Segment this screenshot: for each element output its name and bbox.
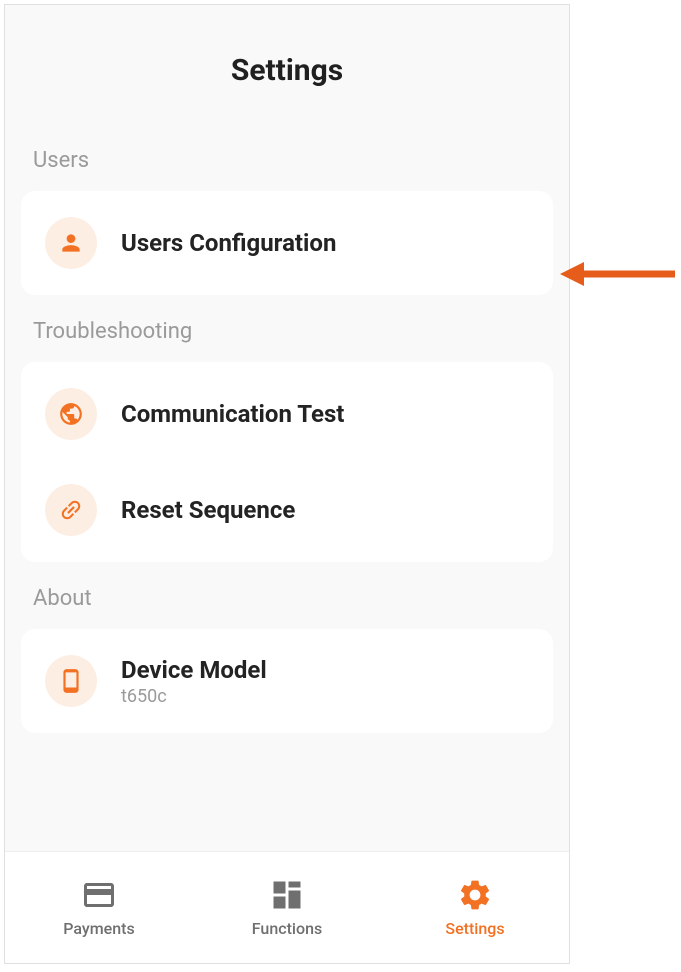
section-label-troubleshooting: Troubleshooting — [5, 295, 569, 362]
troubleshooting-card: Communication Test Reset Sequence — [21, 362, 553, 562]
user-icon — [45, 217, 97, 269]
item-sub: t650c — [121, 686, 267, 707]
item-text: Device Model t650c — [121, 656, 267, 707]
phone-icon — [45, 655, 97, 707]
item-label: Communication Test — [121, 400, 344, 428]
page-title: Settings — [5, 5, 569, 124]
about-card: Device Model t650c — [21, 629, 553, 733]
item-text: Communication Test — [121, 400, 344, 428]
grid-icon — [269, 877, 305, 913]
item-text: Reset Sequence — [121, 496, 295, 524]
device-model-item[interactable]: Device Model t650c — [21, 633, 553, 729]
reset-sequence-item[interactable]: Reset Sequence — [21, 462, 553, 558]
gear-icon — [457, 877, 493, 913]
users-card: Users Configuration — [21, 191, 553, 295]
bottom-nav: Payments Functions Settings — [5, 851, 569, 963]
globe-icon — [45, 388, 97, 440]
item-label: Reset Sequence — [121, 496, 295, 524]
item-label: Users Configuration — [121, 229, 336, 257]
content-area: Settings Users Users Configuration Troub… — [5, 5, 569, 851]
annotation-arrow-icon — [560, 254, 680, 298]
users-configuration-item[interactable]: Users Configuration — [21, 195, 553, 291]
section-label-users: Users — [5, 124, 569, 191]
nav-label: Settings — [445, 919, 504, 938]
link-icon — [45, 484, 97, 536]
settings-screen: Settings Users Users Configuration Troub… — [4, 4, 570, 964]
section-label-about: About — [5, 562, 569, 629]
nav-payments[interactable]: Payments — [5, 877, 193, 938]
card-icon — [81, 877, 117, 913]
nav-settings[interactable]: Settings — [381, 877, 569, 938]
nav-label: Functions — [252, 919, 322, 938]
nav-functions[interactable]: Functions — [193, 877, 381, 938]
item-label: Device Model — [121, 656, 267, 684]
communication-test-item[interactable]: Communication Test — [21, 366, 553, 462]
nav-label: Payments — [63, 919, 134, 938]
item-text: Users Configuration — [121, 229, 336, 257]
